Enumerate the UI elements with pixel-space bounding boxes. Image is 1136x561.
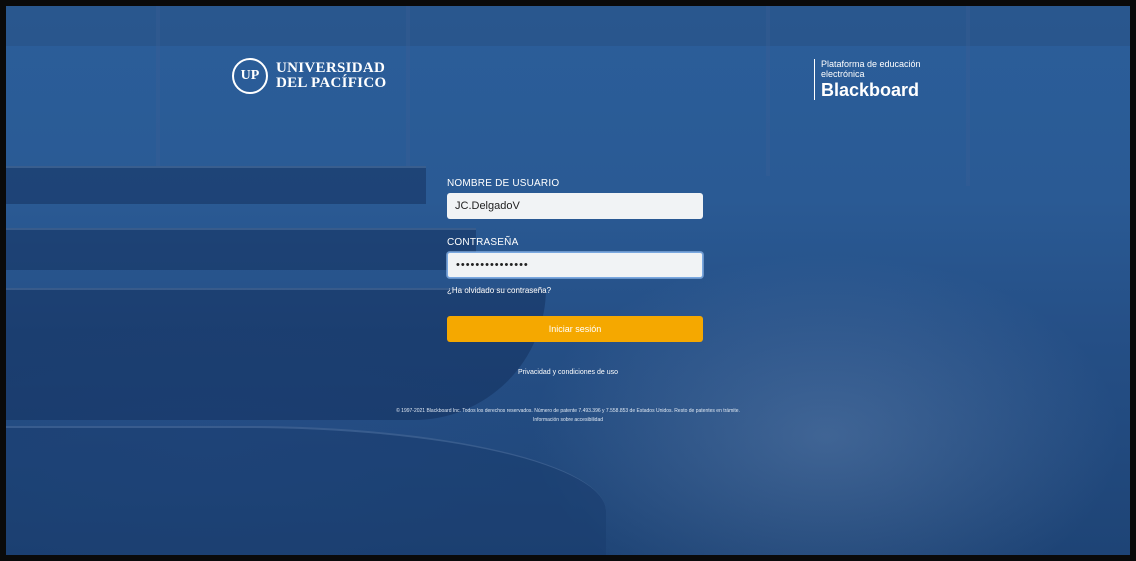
privacy-link[interactable]: Privacidad y condiciones de uso xyxy=(6,369,1130,376)
accessibility-link[interactable]: Información sobre accesibilidad xyxy=(6,416,1130,425)
copyright-text: © 1997-2021 Blackboard Inc. Todos los de… xyxy=(396,408,740,414)
login-button[interactable]: Iniciar sesión xyxy=(447,316,703,342)
password-input[interactable]: ••••••••••••••• xyxy=(447,252,703,278)
username-input[interactable]: JC.DelgadoV xyxy=(447,193,703,219)
platform-line1: Plataforma de educación xyxy=(821,59,921,69)
platform-line2: electrónica xyxy=(821,69,865,79)
forgot-password-link[interactable]: ¿Ha olvidado su contraseña? xyxy=(447,286,551,295)
pillar xyxy=(406,6,410,166)
username-label: NOMBRE DE USUARIO xyxy=(447,178,560,189)
university-seal-icon: UP xyxy=(232,58,268,94)
desk-row xyxy=(6,166,426,204)
pillar xyxy=(766,6,770,176)
university-name-line1: UNIVERSIDAD xyxy=(276,60,386,76)
desk-row xyxy=(6,228,476,270)
background-photo: UP UNIVERSIDAD DEL PACÍFICO Plataforma d… xyxy=(6,6,1130,555)
blackboard-logo: Plataforma de educación electrónica Blac… xyxy=(814,59,921,100)
university-logo: UP UNIVERSIDAD DEL PACÍFICO xyxy=(232,58,386,94)
pillar xyxy=(156,6,160,166)
password-label: CONTRASEÑA xyxy=(447,237,519,248)
ceiling xyxy=(6,6,1130,46)
university-name-line2: DEL PACÍFICO xyxy=(276,75,387,91)
university-name: UNIVERSIDAD DEL PACÍFICO xyxy=(276,61,386,91)
pillar xyxy=(966,6,970,186)
footer: © 1997-2021 Blackboard Inc. Todos los de… xyxy=(6,407,1130,425)
floor xyxy=(6,426,606,555)
login-form: NOMBRE DE USUARIO JC.DelgadoV CONTRASEÑA… xyxy=(447,178,703,342)
platform-name: Blackboard xyxy=(821,80,920,100)
